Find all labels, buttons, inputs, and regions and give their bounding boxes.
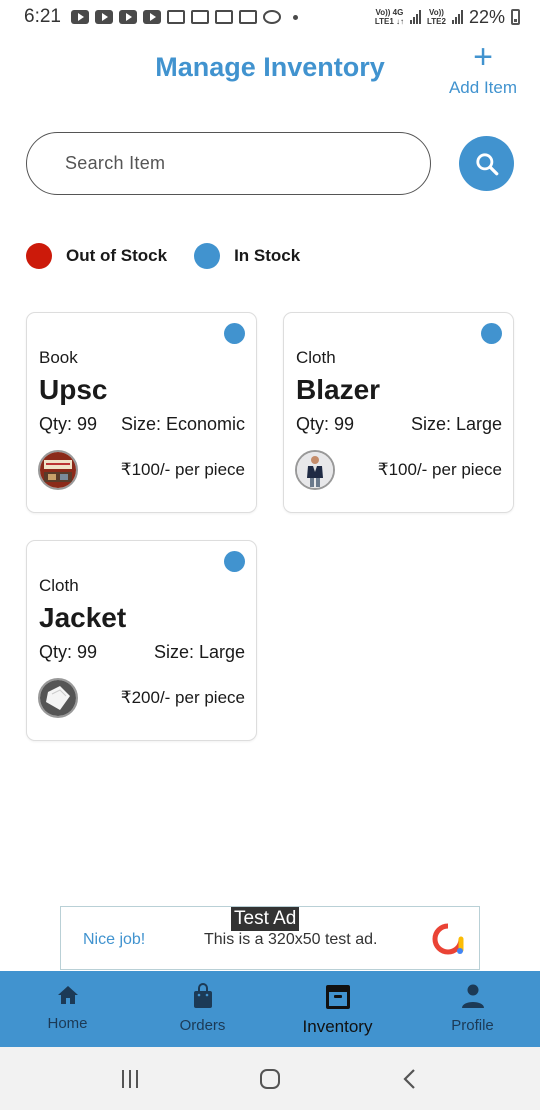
search-input[interactable] [26,132,431,195]
signal-icon [410,10,421,24]
nav-tab-orders[interactable]: Orders [135,971,270,1047]
nav-tab-inventory[interactable]: Inventory [270,971,405,1047]
status-right: Vo)) 4G LTE1 ↓↑ Vo)) LTE2 22% [375,7,520,28]
item-category: Cloth [39,576,79,595]
add-item-label: Add Item [448,78,518,97]
nav-tab-profile[interactable]: Profile [405,971,540,1047]
home-icon [57,986,78,1004]
recent-apps-button[interactable] [105,1059,155,1099]
app-icon [190,10,209,24]
search-icon [475,152,498,175]
system-navigation-bar [0,1047,540,1110]
add-item-button[interactable]: + Add Item [446,38,520,98]
item-size: Size: Large [410,414,502,434]
stock-status-dot [481,323,502,344]
ad-headline: Nice job! [83,931,146,948]
jacket-thumbnail [38,678,78,718]
item-name: Blazer [296,374,381,405]
inventory-card[interactable]: Cloth Jacket Qty: 99 Size: Large ₹200/- … [26,540,257,741]
item-name: Upsc [39,374,108,405]
item-price: ₹200/- per piece [120,688,245,707]
archive-icon [325,985,350,1009]
out-of-stock-dot [26,243,52,269]
notification-icons [70,10,298,24]
whatsapp-icon [262,10,281,24]
inventory-card[interactable]: Book Upsc Qty: 99 Size: Economic ₹100/- … [26,312,257,513]
item-qty: Qty: 99 [39,642,98,662]
stock-legend: Out of Stock In Stock [26,243,327,269]
search-button[interactable] [459,136,514,191]
item-name: Jacket [39,602,127,633]
item-price: ₹100/- per piece [377,460,502,479]
status-time: 6:21 [24,6,61,27]
youtube-icon [70,10,89,24]
youtube-icon [142,10,161,24]
item-price: ₹100/- per piece [120,460,245,479]
back-button[interactable] [385,1059,435,1099]
stock-status-dot [224,551,245,572]
voicemail-icon [238,10,257,24]
item-size: Size: Large [153,642,245,662]
back-chevron-icon [403,1068,415,1089]
plus-icon: + [473,38,493,76]
nav-tab-home[interactable]: Home [0,971,135,1047]
bottom-navigation: Home Orders Inventory Profile [0,971,540,1047]
out-of-stock-label: Out of Stock [66,246,168,265]
battery-percent: 22% [468,6,505,27]
nav-label-orders: Orders [179,1017,226,1034]
ad-body: This is a 320x50 test ad. [204,931,378,948]
test-ad-label: Test Ad [231,907,300,931]
shopping-bag-icon [193,983,212,1008]
youtube-icon [118,10,137,24]
item-category: Cloth [296,348,336,367]
in-stock-dot [194,243,221,269]
recent-apps-icon [122,1069,138,1088]
item-size: Size: Economic [120,414,245,434]
signal-icon [451,10,463,24]
in-stock-label: In Stock [234,246,301,265]
home-button[interactable] [245,1059,295,1099]
stock-status-dot [224,323,245,344]
nav-label-inventory: Inventory [302,1017,373,1036]
item-qty: Qty: 99 [296,414,355,434]
status-bar: 6:21 Vo)) 4G LTE1 ↓↑ Vo)) LTE2 22% [0,0,540,34]
person-icon [461,984,484,1008]
book-cover-thumbnail [38,450,78,490]
inventory-card[interactable]: Cloth Blazer Qty: 99 Size: Large ₹100/- … [283,312,514,513]
network-2-label: Vo)) LTE2 [427,8,446,26]
gmail-icon [214,10,233,24]
blazer-thumbnail [295,450,335,490]
home-circle-icon [260,1068,280,1089]
network-1-label: Vo)) 4G LTE1 ↓↑ [374,8,404,26]
gmail-icon [166,10,185,24]
nav-label-home: Home [47,1015,88,1032]
youtube-icon [94,10,113,24]
battery-icon [511,9,520,25]
google-ads-logo-icon [432,923,464,955]
item-category: Book [39,348,78,367]
nav-label-profile: Profile [451,1017,494,1034]
item-qty: Qty: 99 [39,414,98,434]
more-notifications-icon [292,14,298,20]
